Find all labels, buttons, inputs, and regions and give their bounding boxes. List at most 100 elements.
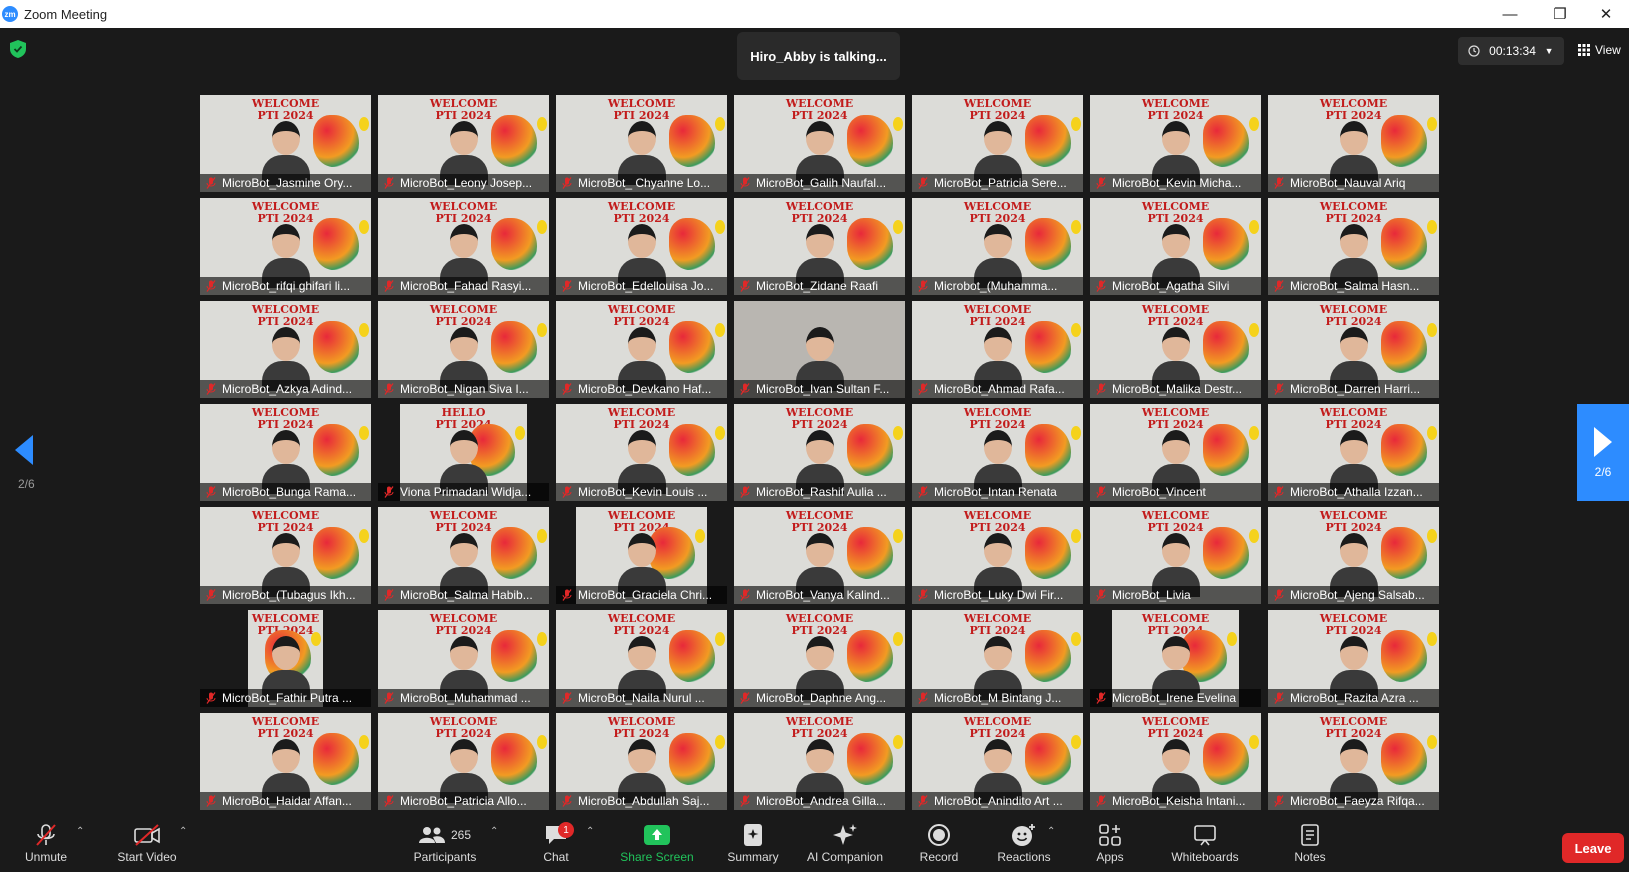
- participant-face: [1161, 327, 1190, 361]
- participant-video: [973, 533, 1022, 597]
- apps-button[interactable]: Apps: [1092, 822, 1128, 864]
- participants-caret-icon[interactable]: ⌃: [490, 826, 498, 837]
- participant-tile[interactable]: MicroBot_Ivan Sultan F...: [734, 301, 905, 398]
- notes-button[interactable]: Notes: [1290, 822, 1330, 864]
- participant-face: [449, 121, 478, 155]
- participant-tile[interactable]: WELCOME PTI 2024 MicroBot_Razita Azra ...: [1268, 610, 1439, 707]
- view-label: View: [1595, 43, 1621, 57]
- participant-tile[interactable]: WELCOME PTI 2024 MicroBot_Patricia Allo...: [378, 713, 549, 810]
- participant-name: MicroBot_Muhammad ...: [378, 689, 549, 707]
- chat-caret-icon[interactable]: ⌃: [586, 826, 594, 837]
- participant-tile[interactable]: WELCOME PTI 2024 MicroBot_Kevin Micha...: [1090, 95, 1261, 192]
- participant-tile[interactable]: WELCOME PTI 2024 MicroBot_Fahad Rasyi...: [378, 198, 549, 295]
- participant-tile[interactable]: WELCOME PTI 2024 MicroBot_Abdullah Saj...: [556, 713, 727, 810]
- participant-name: MicroBot_(Tubagus Ikh...: [200, 586, 371, 604]
- participant-tile[interactable]: WELCOME PTI 2024 MicroBot_Daphne Ang...: [734, 610, 905, 707]
- participant-tile[interactable]: WELCOME PTI 2024 MicroBot_Devkano Haf...: [556, 301, 727, 398]
- participant-tile[interactable]: WELCOME PTI 2024 MicroBot_Malika Destr...: [1090, 301, 1261, 398]
- participant-face: [983, 533, 1012, 567]
- start-video-button[interactable]: Start Video: [108, 822, 186, 864]
- participant-tile[interactable]: WELCOME PTI 2024 MicroBot_rifqi ghifari li…: [200, 198, 371, 295]
- next-page-button[interactable]: 2/6: [1577, 404, 1629, 501]
- minimize-button[interactable]: —: [1487, 0, 1533, 28]
- share-screen-button[interactable]: Share Screen: [617, 822, 697, 864]
- record-button[interactable]: Record: [915, 822, 963, 864]
- participant-tile[interactable]: WELCOME PTI 2024 MicroBot_Salma Habib...: [378, 507, 549, 604]
- muted-mic-icon: [1096, 795, 1106, 807]
- participant-tile[interactable]: WELCOME PTI 2024 MicroBot_Nauval Ariq: [1268, 95, 1439, 192]
- participant-face: [627, 533, 656, 567]
- participant-tile[interactable]: WELCOME PTI 2024 MicroBot_Muhammad ...: [378, 610, 549, 707]
- participant-tile[interactable]: WELCOME PTI 2024 MicroBot_Vincent: [1090, 404, 1261, 501]
- participant-tile[interactable]: WELCOME PTI 2024 MicroBot_Fathir Putra ...: [200, 610, 371, 707]
- summary-button[interactable]: Summary: [722, 822, 784, 864]
- participant-video: [261, 327, 310, 391]
- participant-name: MicroBot_Athalla Izzan...: [1268, 483, 1439, 501]
- participant-tile[interactable]: WELCOME PTI 2024 MicroBot_Edellouisa Jo...: [556, 198, 727, 295]
- participant-video: [439, 533, 488, 597]
- view-button[interactable]: View: [1578, 38, 1621, 62]
- participant-tile[interactable]: WELCOME PTI 2024 MicroBot_Patricia Sere...: [912, 95, 1083, 192]
- participant-tile[interactable]: WELCOME PTI 2024 MicroBot_Jasmine Ory...: [200, 95, 371, 192]
- participant-video: [973, 121, 1022, 185]
- participant-tile[interactable]: WELCOME PTI 2024 MicroBot_Ajeng Salsab...: [1268, 507, 1439, 604]
- encryption-shield-icon[interactable]: [10, 40, 26, 58]
- participant-video: [973, 224, 1022, 288]
- participant-video: [1151, 533, 1200, 597]
- participant-tile[interactable]: WELCOME PTI 2024 MicroBot_Haidar Affan...: [200, 713, 371, 810]
- leave-button[interactable]: Leave: [1562, 833, 1624, 863]
- participant-tile[interactable]: WELCOME PTI 2024 MicroBot_Faeyza Rifqa...: [1268, 713, 1439, 810]
- participant-tile[interactable]: WELCOME PTI 2024 MicroBot_Zidane Raafi: [734, 198, 905, 295]
- participant-tile[interactable]: WELCOME PTI 2024 MicroBot_Vanya Kalind...: [734, 507, 905, 604]
- close-button[interactable]: ✕: [1583, 0, 1629, 28]
- summary-icon: [743, 822, 763, 848]
- participant-tile[interactable]: WELCOME PTI 2024 MicroBot_Ahmad Rafa...: [912, 301, 1083, 398]
- background-decoration: [1227, 632, 1237, 646]
- participant-name: MicroBot_Patricia Allo...: [378, 792, 549, 810]
- participant-face: [271, 327, 300, 361]
- participant-name: MicroBot_Galih Naufal...: [734, 174, 905, 192]
- participant-tile[interactable]: WELCOME PTI 2024 MicroBot_Athalla Izzan...: [1268, 404, 1439, 501]
- participant-tile[interactable]: WELCOME PTI 2024 MicroBot_Andrea Gilla...: [734, 713, 905, 810]
- meeting-timer[interactable]: 00:13:34 ▼: [1458, 37, 1564, 65]
- background-decoration: [893, 220, 903, 234]
- participant-video: [261, 224, 310, 288]
- maximize-button[interactable]: ❐: [1537, 0, 1583, 28]
- muted-mic-icon: [384, 692, 394, 704]
- background-decoration: [1249, 426, 1259, 440]
- participant-tile[interactable]: WELCOME PTI 2024 Microbot_(Muhamma...: [912, 198, 1083, 295]
- participant-tile[interactable]: WELCOME PTI 2024 MicroBot_Darren Harri...: [1268, 301, 1439, 398]
- participant-tile[interactable]: WELCOME PTI 2024 MicroBot_Graciela Chri...: [556, 507, 727, 604]
- participant-tile[interactable]: WELCOME PTI 2024 MicroBot_Livia: [1090, 507, 1261, 604]
- participant-tile[interactable]: WELCOME PTI 2024 MicroBot_Galih Naufal...: [734, 95, 905, 192]
- reactions-caret-icon[interactable]: ⌃: [1047, 826, 1055, 837]
- participant-tile[interactable]: WELCOME PTI 2024 MicroBot_Azkya Adind...: [200, 301, 371, 398]
- participant-tile[interactable]: WELCOME PTI 2024 MicroBot_(Tubagus Ikh...: [200, 507, 371, 604]
- participant-tile[interactable]: WELCOME PTI 2024 MicroBot_Agatha Silvi: [1090, 198, 1261, 295]
- participant-tile[interactable]: WELCOME PTI 2024 MicroBot_Naila Nurul ...: [556, 610, 727, 707]
- participant-tile[interactable]: WELCOME PTI 2024 MicroBot_Salma Hasn...: [1268, 198, 1439, 295]
- participants-button[interactable]: 265 Participants: [403, 822, 487, 864]
- participant-tile[interactable]: HELLO PTI 2024 Viona Primadani Widja...: [378, 404, 549, 501]
- participant-tile[interactable]: WELCOME PTI 2024 MicroBot_Keisha Intani...: [1090, 713, 1261, 810]
- unmute-button[interactable]: Unmute: [20, 822, 72, 864]
- video-options-caret-icon[interactable]: ⌃: [179, 826, 187, 837]
- audio-options-caret-icon[interactable]: ⌃: [76, 826, 84, 837]
- participant-tile[interactable]: WELCOME PTI 2024 MicroBot_ Chyanne Lo...: [556, 95, 727, 192]
- participant-tile[interactable]: WELCOME PTI 2024 MicroBot_Nigan Siva I...: [378, 301, 549, 398]
- participant-tile[interactable]: WELCOME PTI 2024 MicroBot_Luky Dwi Fir...: [912, 507, 1083, 604]
- ai-companion-button[interactable]: AI Companion: [800, 822, 890, 864]
- participant-tile[interactable]: WELCOME PTI 2024 MicroBot_Leony Josep...: [378, 95, 549, 192]
- participant-face: [1161, 533, 1190, 567]
- muted-mic-icon: [206, 692, 216, 704]
- participant-tile[interactable]: WELCOME PTI 2024 MicroBot_Bunga Rama...: [200, 404, 371, 501]
- participant-tile[interactable]: WELCOME PTI 2024 MicroBot_Rashif Aulia ...: [734, 404, 905, 501]
- participant-tile[interactable]: WELCOME PTI 2024 MicroBot_Intan Renata: [912, 404, 1083, 501]
- participant-tile[interactable]: WELCOME PTI 2024 MicroBot_M Bintang J...: [912, 610, 1083, 707]
- participant-face: [627, 224, 656, 258]
- participant-tile[interactable]: WELCOME PTI 2024 MicroBot_Anindito Art ...: [912, 713, 1083, 810]
- participant-tile[interactable]: WELCOME PTI 2024 MicroBot_Irene Evelina: [1090, 610, 1261, 707]
- whiteboards-button[interactable]: Whiteboards: [1165, 822, 1245, 864]
- previous-page-arrow-icon[interactable]: [15, 435, 33, 465]
- participant-tile[interactable]: WELCOME PTI 2024 MicroBot_Kevin Louis ...: [556, 404, 727, 501]
